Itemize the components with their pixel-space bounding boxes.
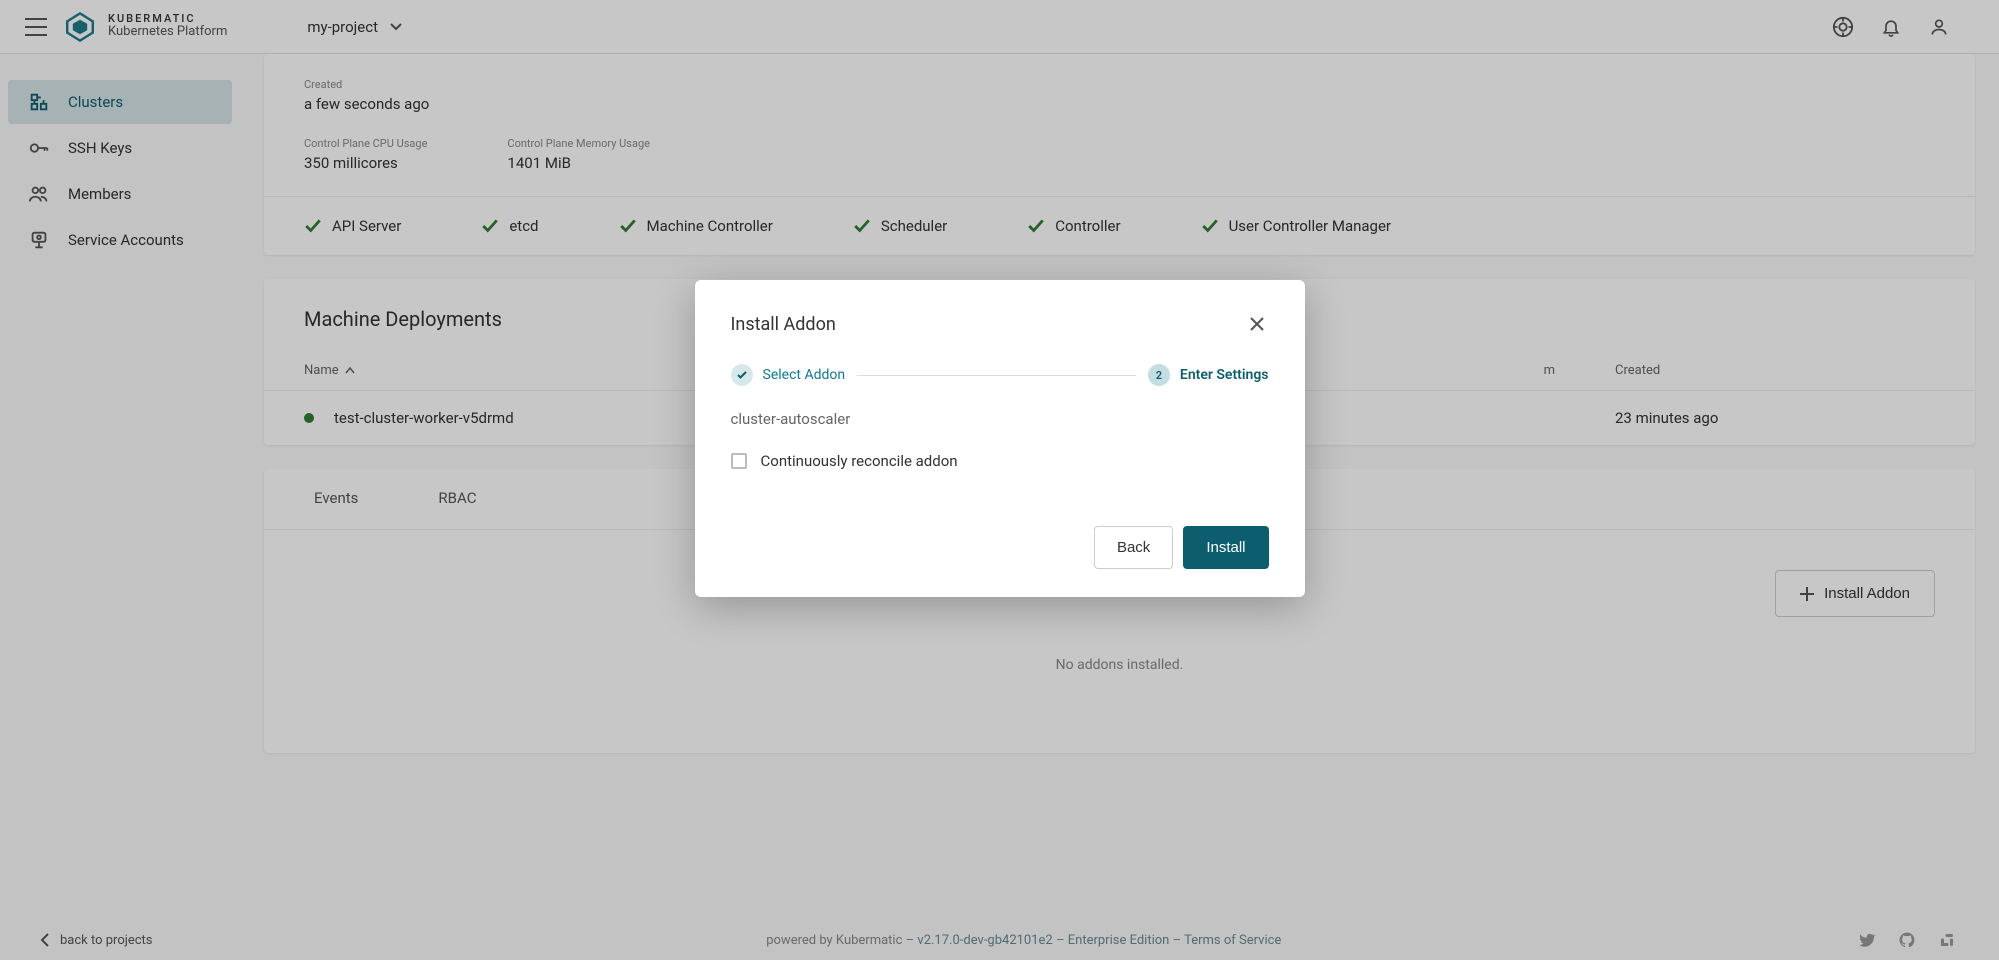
step2-label: Enter Settings — [1180, 367, 1269, 383]
step-2: 2 Enter Settings — [1148, 364, 1269, 386]
step2-number: 2 — [1148, 364, 1170, 386]
modal-overlay[interactable]: Install Addon Select Addon 2 Enter Setti… — [0, 0, 1999, 960]
step-1: Select Addon — [731, 364, 846, 386]
selected-addon-name: cluster-autoscaler — [731, 410, 1269, 428]
step1-label: Select Addon — [763, 367, 846, 383]
install-addon-modal: Install Addon Select Addon 2 Enter Setti… — [695, 280, 1305, 597]
close-icon[interactable] — [1245, 312, 1269, 336]
install-button[interactable]: Install — [1183, 526, 1268, 569]
stepper: Select Addon 2 Enter Settings — [731, 364, 1269, 386]
modal-title: Install Addon — [731, 314, 836, 335]
reconcile-checkbox-row: Continuously reconcile addon — [731, 452, 1269, 470]
reconcile-checkbox[interactable] — [731, 453, 747, 469]
step1-check-icon — [731, 364, 753, 386]
back-button[interactable]: Back — [1094, 526, 1173, 569]
reconcile-label: Continuously reconcile addon — [761, 452, 958, 470]
step-divider — [857, 375, 1136, 376]
